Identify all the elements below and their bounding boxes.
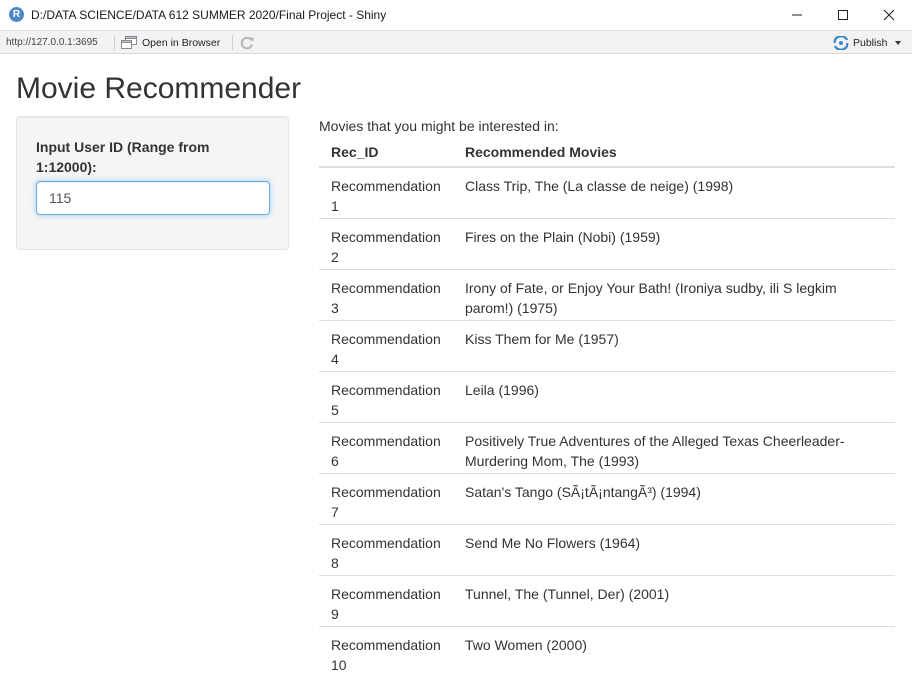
movie-cell: Fires on the Plain (Nobi) (1959): [453, 217, 895, 269]
close-icon: [883, 9, 895, 21]
minimize-icon: [792, 14, 802, 16]
sidebar-panel: Input User ID (Range from 1:12000):: [16, 116, 289, 250]
table-row: Recommendation 10 Two Women (2000): [319, 625, 895, 677]
table-header-row: Rec_ID Recommended Movies: [319, 137, 895, 168]
refresh-button[interactable]: [239, 35, 255, 51]
movie-cell: Class Trip, The (La classe de neige) (19…: [465, 178, 734, 194]
rec-id-cell: Recommendation 2: [319, 217, 453, 269]
toolbar-separator: [114, 35, 115, 50]
maximize-button[interactable]: [820, 0, 866, 30]
rec-id-cell: Recommendation 10: [319, 625, 453, 677]
rec-id-cell: Recommendation 3: [319, 268, 453, 320]
rec-id-cell: Recommendation 9: [319, 574, 453, 626]
rec-id-cell: Recommendation 5: [319, 370, 453, 422]
viewer-toolbar: http://127.0.0.1:3695 Open in Browser Pu…: [0, 30, 912, 54]
rec-id-cell: Recommendation 4: [319, 319, 453, 371]
minimize-button[interactable]: [774, 0, 820, 30]
toolbar-separator: [232, 35, 233, 50]
window-title: D:/DATA SCIENCE/DATA 612 SUMMER 2020/Fin…: [31, 8, 387, 22]
movie-cell: Leila (1996): [453, 370, 895, 422]
publish-icon: [833, 36, 849, 50]
movie-cell: Positively True Adventures of the Allege…: [453, 421, 895, 473]
rec-id-cell: Recommendation 7: [319, 472, 453, 524]
url-label[interactable]: http://127.0.0.1:3695: [6, 37, 98, 48]
user-id-label: Input User ID (Range from 1:12000):: [36, 139, 210, 175]
movie-cell: Satan's Tango (SÃ¡tÃ¡ntangÃ³) (1994): [453, 472, 895, 524]
table-row: Recommendation 5 Leila (1996): [319, 370, 895, 422]
movie-cell: Tunnel, The (Tunnel, Der) (2001): [453, 574, 895, 626]
publish-button[interactable]: Publish: [833, 35, 902, 51]
open-in-browser-icon: [121, 36, 137, 49]
rec-id-cell: Recommendation 6: [319, 421, 453, 473]
maximize-icon: [838, 10, 848, 20]
movie-cell: Send Me No Flowers (1964): [453, 523, 895, 575]
window-title-bar: R D:/DATA SCIENCE/DATA 612 SUMMER 2020/F…: [0, 0, 912, 30]
recommendations-table: Rec_ID Recommended Movies Recommendation…: [319, 137, 895, 677]
rec-id-cell: Recommendation 8: [319, 523, 453, 575]
chevron-down-icon[interactable]: [894, 40, 902, 46]
refresh-icon: [240, 36, 254, 50]
open-in-browser-label: Open in Browser: [142, 36, 221, 49]
table-row: Recommendation 6 Positively True Adventu…: [319, 421, 895, 473]
column-header-rec-id: Rec_ID: [319, 137, 453, 168]
table-row: Recommendation 7 Satan's Tango (SÃ¡tÃ¡nt…: [319, 472, 895, 524]
table-row: Recommendation 9 Tunnel, The (Tunnel, De…: [319, 574, 895, 626]
movie-cell: Irony of Fate, or Enjoy Your Bath! (Iron…: [453, 268, 895, 320]
r-app-icon: R: [9, 7, 24, 22]
page-title: Movie Recommender: [16, 72, 302, 105]
close-button[interactable]: [866, 0, 912, 30]
publish-label: Publish: [853, 37, 888, 49]
user-id-input[interactable]: [36, 181, 270, 215]
recommendations-caption: Movies that you might be interested in:: [319, 118, 559, 134]
table-row: Recommendation 3 Irony of Fate, or Enjoy…: [319, 268, 895, 320]
column-header-recommended-movies: Recommended Movies: [453, 137, 895, 168]
table-row: Recommendation 1 Class Trip, The (La cla…: [319, 167, 895, 218]
table-row: Recommendation 8 Send Me No Flowers (196…: [319, 523, 895, 575]
movie-cell: Two Women (2000): [453, 625, 895, 677]
movie-cell: Kiss Them for Me (1957): [453, 319, 895, 371]
open-in-browser-button[interactable]: Open in Browser: [121, 34, 220, 51]
rec-id-cell: Recommendation 1: [331, 178, 441, 214]
table-row: Recommendation 4 Kiss Them for Me (1957): [319, 319, 895, 371]
table-row: Recommendation 2 Fires on the Plain (Nob…: [319, 217, 895, 269]
